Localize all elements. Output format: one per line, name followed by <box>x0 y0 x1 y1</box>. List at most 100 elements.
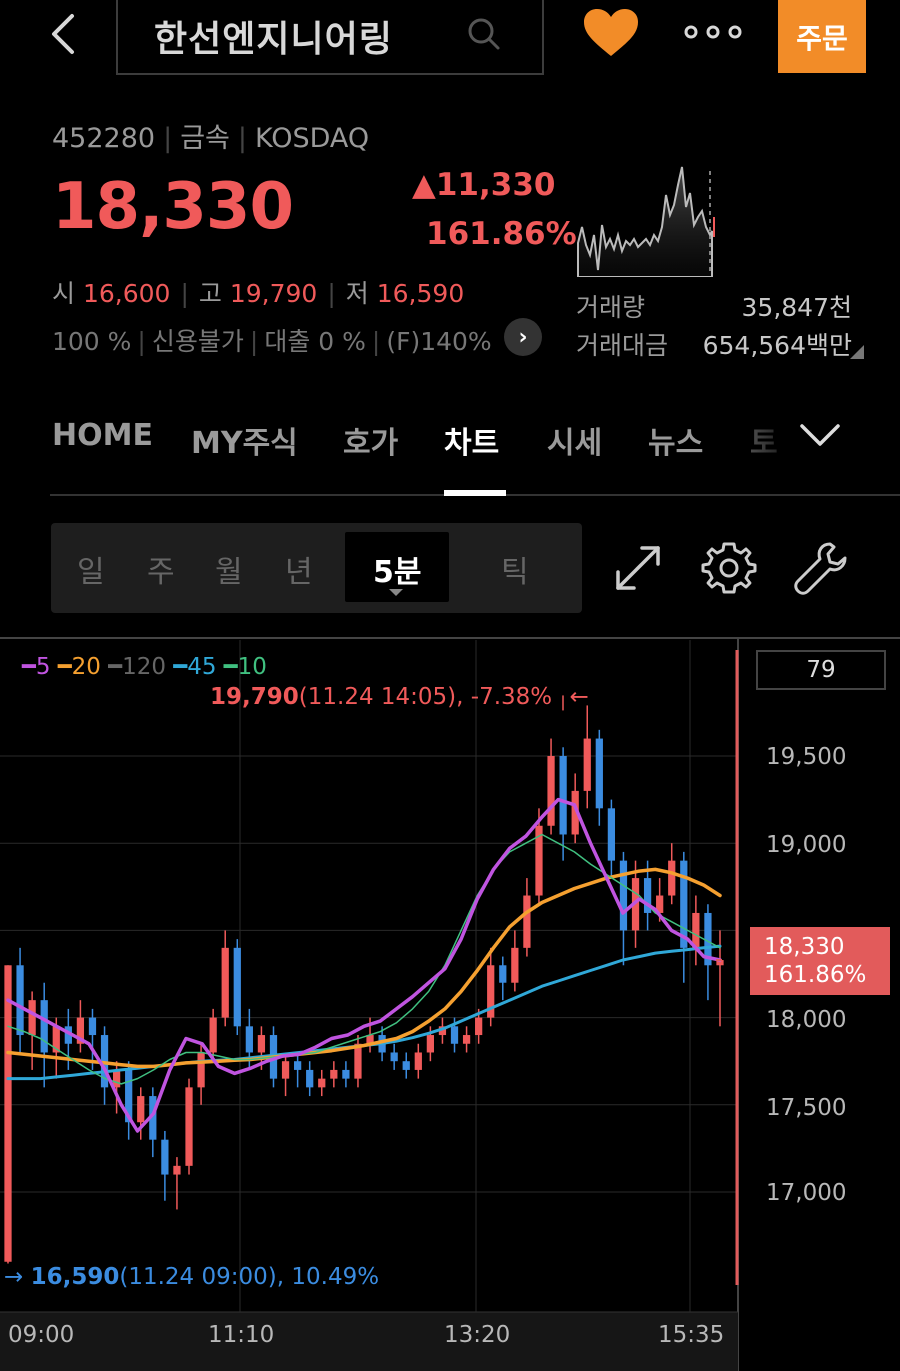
stock-search-box[interactable]: 한선엔지니어링 <box>116 0 544 75</box>
volume-label: 거래량 <box>576 293 646 322</box>
stock-code: 452280 <box>52 123 156 154</box>
candle-body <box>414 1052 422 1070</box>
chevron-right-icon[interactable]: › <box>504 318 542 356</box>
ma-legend: ━5 ━20 ━120 ━45 ━10 <box>22 654 267 680</box>
candle-body <box>28 1000 36 1036</box>
candle-body <box>692 912 700 948</box>
search-icon[interactable] <box>466 16 502 52</box>
stock-name: 한선엔지니어링 <box>154 19 393 60</box>
y-tick-label: 17,000 <box>766 1180 847 1206</box>
tab-my-stock[interactable]: MY주식 <box>191 418 298 462</box>
price-change: ▲11,330 <box>412 167 556 203</box>
candle-body <box>354 1043 362 1079</box>
high-price: 19,790 <box>229 279 318 308</box>
period-5min[interactable]: 5분 <box>373 547 421 591</box>
tab-news[interactable]: 뉴스 <box>648 418 703 462</box>
candle-body <box>185 1087 193 1166</box>
candle-body <box>161 1139 169 1175</box>
corner-triangle-icon[interactable] <box>850 345 864 359</box>
ohl-line: 시 16,600 | 고 19,790 | 저 16,590 <box>52 279 465 308</box>
order-button[interactable]: 주문 <box>778 0 866 73</box>
candle-body <box>40 1000 48 1053</box>
wrench-icon[interactable] <box>792 540 848 596</box>
candle-body <box>462 1035 471 1044</box>
volume-value: 35,847천 <box>741 293 852 322</box>
chart-top-value-box[interactable]: 79 <box>756 650 886 690</box>
more-options-icon[interactable] <box>682 22 744 42</box>
x-tick-label: 13:20 <box>444 1322 511 1348</box>
x-tick-label: 09:00 <box>8 1322 75 1348</box>
y-tick-label: 18,000 <box>766 1007 847 1033</box>
candle-body <box>559 756 567 835</box>
candle-body <box>619 860 628 931</box>
period-tick[interactable]: 틱 <box>501 547 529 591</box>
candle-body <box>547 756 555 826</box>
candle-body <box>306 1069 314 1088</box>
stock-code-line: 452280 | 금속 | KOSDAQ <box>52 123 370 154</box>
back-arrow-icon[interactable] <box>44 12 84 56</box>
current-price-tag: 18,330 161.86% <box>750 927 890 995</box>
intraday-sparkline <box>577 166 715 277</box>
amount-value: 654,564백만 <box>702 331 852 360</box>
candle-body <box>16 965 24 1036</box>
price-chart[interactable] <box>0 636 900 1371</box>
legend-ma10: ━10 <box>223 654 267 680</box>
candle-body <box>595 738 603 809</box>
ma45-line <box>6 944 722 1081</box>
high-annotation: 19,790(11.24 14:05), -7.38% ← <box>210 684 589 710</box>
candle-body <box>426 1035 434 1053</box>
candle-body <box>450 1026 459 1044</box>
x-tick-label: 15:35 <box>658 1322 725 1348</box>
low-price: 16,590 <box>376 279 465 308</box>
y-tick-label: 19,000 <box>766 832 847 858</box>
period-week[interactable]: 주 <box>147 547 175 591</box>
candle-body <box>511 947 519 983</box>
stock-market: KOSDAQ <box>254 123 370 154</box>
candle-body <box>607 808 616 861</box>
chevron-down-icon[interactable] <box>798 420 842 450</box>
candle-body <box>402 1061 410 1070</box>
margin-info-line: 100 % | 신용불가 | 대출 0 % | (F)140% <box>52 327 492 356</box>
candle-body <box>88 1017 97 1036</box>
low-annotation: → 16,590(11.24 09:00), 10.49% <box>4 1264 380 1290</box>
candle-body <box>233 947 241 1027</box>
candle-body <box>318 1078 326 1088</box>
period-year[interactable]: 년 <box>285 547 313 591</box>
candle-body <box>257 1035 266 1053</box>
candle-body <box>137 1096 145 1123</box>
amount-label: 거래대금 <box>576 331 669 360</box>
candle-body <box>197 1052 205 1088</box>
period-selector: 일 주 월 년 5분 틱 <box>51 523 582 613</box>
legend-ma5: ━5 <box>22 654 51 680</box>
tab-fade <box>744 405 804 475</box>
candle-body <box>4 965 12 1262</box>
candle-body <box>245 1026 253 1053</box>
period-day[interactable]: 일 <box>77 547 105 591</box>
x-axis-band <box>0 1312 738 1371</box>
legend-ma45: ━45 <box>173 654 217 680</box>
candle-body <box>281 1061 290 1079</box>
candle-body <box>221 947 229 1018</box>
tab-home[interactable]: HOME <box>52 418 153 453</box>
period-month[interactable]: 월 <box>215 547 243 591</box>
legend-ma20: ━20 <box>57 654 101 680</box>
candle-body <box>583 738 591 791</box>
gear-icon[interactable] <box>701 540 757 596</box>
tab-quotes[interactable]: 시세 <box>547 418 602 462</box>
period-dropdown-icon <box>389 589 403 596</box>
tab-active-indicator <box>444 490 506 496</box>
candle-body <box>330 1069 338 1079</box>
x-tick-label: 11:10 <box>208 1322 275 1348</box>
candle-body <box>294 1061 302 1070</box>
current-price: 18,330 <box>52 170 294 244</box>
stock-sector: 금속 <box>180 123 230 154</box>
expand-icon[interactable] <box>610 540 666 596</box>
candle-body <box>499 965 507 983</box>
tab-chart[interactable]: 차트 <box>444 418 499 462</box>
favorite-heart-icon[interactable] <box>582 8 640 58</box>
legend-ma120: ━120 <box>108 654 167 680</box>
candle-body <box>668 860 676 896</box>
y-tick-label: 17,500 <box>766 1095 847 1121</box>
candle-body <box>342 1069 350 1079</box>
tab-orderbook[interactable]: 호가 <box>343 418 398 462</box>
